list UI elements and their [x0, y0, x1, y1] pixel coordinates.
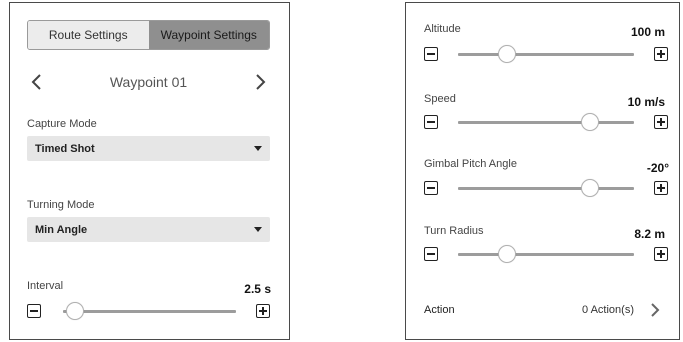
- flight-parameters-panel: Altitude 100 m Speed 10 m/s Gimbal Pitch…: [405, 2, 680, 340]
- caret-down-icon: [254, 227, 262, 232]
- turn-radius-thumb[interactable]: [498, 245, 517, 263]
- waypoint-settings-panel: Route Settings Waypoint Settings Waypoin…: [9, 2, 290, 340]
- chevron-right-icon: [646, 300, 664, 320]
- capture-mode-dropdown[interactable]: Timed Shot: [27, 136, 270, 161]
- capture-mode-value: Timed Shot: [35, 142, 95, 155]
- speed-label: Speed: [424, 93, 456, 105]
- action-count: 0 Action(s): [582, 304, 634, 316]
- interval-label: Interval: [27, 280, 64, 292]
- altitude-track[interactable]: [458, 53, 634, 56]
- speed-track[interactable]: [458, 121, 634, 124]
- plus-square-icon[interactable]: [654, 115, 668, 129]
- waypoint-title: Waypoint 01: [109, 74, 188, 90]
- settings-tab-bar: Route Settings Waypoint Settings: [27, 20, 270, 50]
- altitude-label: Altitude: [424, 23, 461, 35]
- interval-thumb[interactable]: [66, 302, 85, 320]
- speed-slider: [424, 113, 668, 131]
- minus-square-icon[interactable]: [424, 115, 438, 129]
- gimbal-pitch-slider: [424, 179, 668, 197]
- action-row[interactable]: Action 0 Action(s): [424, 299, 664, 321]
- turn-radius-value: 8.2 m: [634, 227, 665, 241]
- gimbal-pitch-label: Gimbal Pitch Angle: [424, 158, 517, 170]
- action-label: Action: [424, 304, 455, 316]
- turning-mode-dropdown[interactable]: Min Angle: [27, 217, 270, 242]
- tab-route-settings[interactable]: Route Settings: [28, 21, 149, 49]
- minus-square-icon[interactable]: [424, 181, 438, 195]
- gimbal-pitch-value: -20°: [646, 161, 669, 175]
- turning-mode-label: Turning Mode: [27, 199, 95, 211]
- plus-square-icon[interactable]: [654, 181, 668, 195]
- altitude-thumb[interactable]: [498, 45, 517, 63]
- waypoint-navigator: Waypoint 01: [27, 69, 270, 95]
- minus-square-icon[interactable]: [424, 47, 438, 61]
- gimbal-pitch-thumb[interactable]: [581, 179, 599, 197]
- plus-square-icon[interactable]: [256, 304, 270, 318]
- minus-square-icon[interactable]: [27, 304, 41, 318]
- turn-radius-label: Turn Radius: [424, 225, 484, 237]
- turning-mode-value: Min Angle: [35, 223, 88, 236]
- plus-square-icon[interactable]: [654, 47, 668, 61]
- turn-radius-slider: [424, 245, 668, 263]
- capture-mode-label: Capture Mode: [27, 118, 97, 130]
- speed-value: 10 m/s: [627, 95, 665, 109]
- tab-waypoint-settings[interactable]: Waypoint Settings: [148, 21, 269, 49]
- interval-track[interactable]: [63, 310, 236, 313]
- interval-slider: [27, 302, 270, 320]
- gimbal-pitch-track[interactable]: [458, 187, 634, 190]
- chevron-right-icon[interactable]: [250, 72, 270, 92]
- minus-square-icon[interactable]: [424, 247, 438, 261]
- caret-down-icon: [254, 146, 262, 151]
- plus-square-icon[interactable]: [654, 247, 668, 261]
- turn-radius-track[interactable]: [458, 253, 634, 256]
- speed-thumb[interactable]: [581, 113, 599, 131]
- altitude-slider: [424, 45, 668, 63]
- altitude-value: 100 m: [630, 25, 665, 39]
- interval-value: 2.5 s: [244, 282, 271, 296]
